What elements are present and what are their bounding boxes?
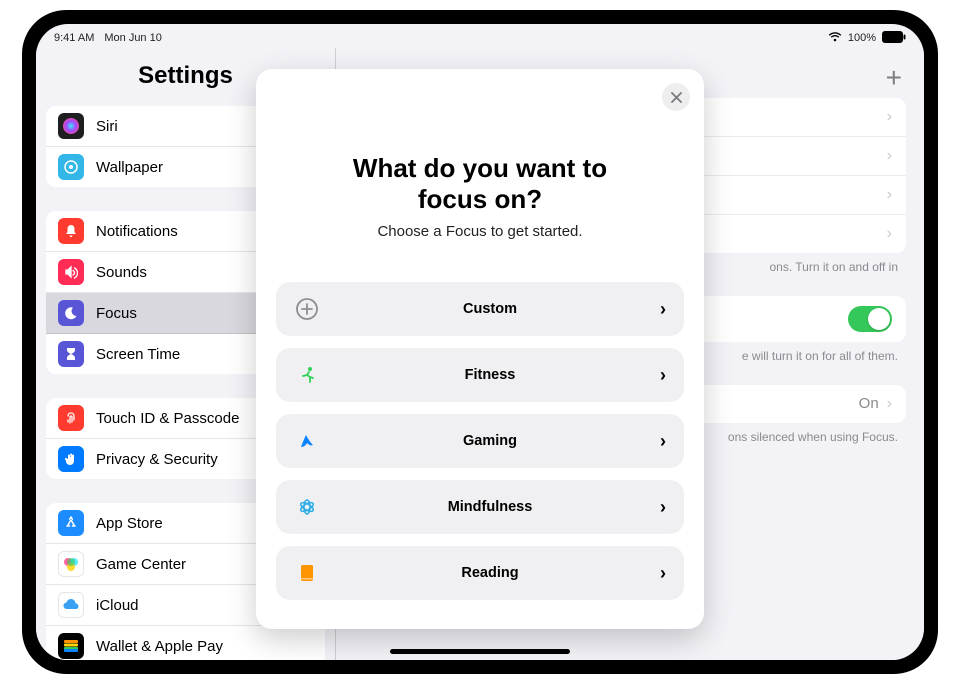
- modal-title-line2: focus on?: [276, 184, 684, 215]
- gaming-icon: [294, 428, 320, 454]
- sidebar-item-label: Screen Time: [96, 346, 180, 363]
- hand-icon: [58, 446, 84, 472]
- close-button[interactable]: [662, 83, 690, 111]
- icloud-icon: [58, 592, 84, 618]
- wallet-icon: [58, 633, 84, 659]
- battery-percent: 100%: [848, 32, 876, 44]
- focus-option-custom[interactable]: Custom›: [276, 282, 684, 336]
- sidebar-item-wallet-apple-pay[interactable]: Wallet & Apple Pay: [46, 626, 325, 660]
- focus-option-reading[interactable]: Reading›: [276, 546, 684, 600]
- chevron-right-icon: ›: [887, 147, 892, 165]
- appstore-icon: [58, 510, 84, 536]
- hourglass-icon: [58, 341, 84, 367]
- sidebar-item-label: Game Center: [96, 556, 186, 573]
- focus-option-fitness[interactable]: Fitness›: [276, 348, 684, 402]
- plus-icon: [294, 296, 320, 322]
- add-focus-button[interactable]: +: [886, 62, 902, 94]
- speaker-icon: [58, 259, 84, 285]
- home-indicator[interactable]: [390, 649, 570, 654]
- chevron-right-icon: ›: [660, 431, 666, 452]
- sidebar-item-label: Siri: [96, 118, 118, 135]
- screen: 9:41 AM Mon Jun 10 100% Settings SiriWal…: [36, 24, 924, 660]
- focus-option-label: Reading: [320, 565, 660, 581]
- status-bar: 9:41 AM Mon Jun 10 100%: [36, 24, 924, 48]
- share-across-devices-toggle[interactable]: [848, 306, 892, 332]
- device-frame: 9:41 AM Mon Jun 10 100% Settings SiriWal…: [22, 10, 938, 674]
- sidebar-item-label: Notifications: [96, 223, 178, 240]
- focus-option-label: Gaming: [320, 433, 660, 449]
- mindfulness-icon: [294, 494, 320, 520]
- sidebar-item-label: App Store: [96, 515, 163, 532]
- chevron-right-icon: ›: [660, 563, 666, 584]
- sidebar-item-label: Focus: [96, 305, 137, 322]
- focus-options-list: Custom›Fitness›Gaming›Mindfulness›Readin…: [276, 282, 684, 600]
- moon-icon: [58, 300, 84, 326]
- modal-title: What do you want to focus on?: [276, 153, 684, 215]
- focus-option-label: Mindfulness: [320, 499, 660, 515]
- wifi-icon: [828, 31, 842, 45]
- sidebar-item-label: Wallet & Apple Pay: [96, 638, 223, 655]
- sidebar-item-label: Wallpaper: [96, 159, 163, 176]
- bell-icon: [58, 218, 84, 244]
- chevron-right-icon: ›: [887, 108, 892, 126]
- sidebar-item-label: Sounds: [96, 264, 147, 281]
- fitness-icon: [294, 362, 320, 388]
- close-icon: [671, 92, 682, 103]
- chevron-right-icon: ›: [887, 395, 892, 413]
- wallpaper-icon: [58, 154, 84, 180]
- siri-icon: [58, 113, 84, 139]
- chevron-right-icon: ›: [887, 186, 892, 204]
- gamecenter-icon: [58, 551, 84, 577]
- chevron-right-icon: ›: [660, 497, 666, 518]
- chevron-right-icon: ›: [887, 225, 892, 243]
- focus-setup-modal: What do you want to focus on? Choose a F…: [256, 69, 704, 629]
- modal-subtitle: Choose a Focus to get started.: [276, 223, 684, 240]
- chevron-right-icon: ›: [660, 299, 666, 320]
- reading-icon: [294, 560, 320, 586]
- focus-option-mindfulness[interactable]: Mindfulness›: [276, 480, 684, 534]
- sidebar-item-label: Privacy & Security: [96, 451, 218, 468]
- status-date: Mon Jun 10: [104, 32, 161, 44]
- status-time: 9:41 AM: [54, 32, 94, 44]
- sidebar-item-label: iCloud: [96, 597, 139, 614]
- fingerprint-icon: [58, 405, 84, 431]
- battery-icon: [882, 31, 906, 46]
- focus-option-label: Fitness: [320, 367, 660, 383]
- sidebar-item-label: Touch ID & Passcode: [96, 410, 239, 427]
- focus-status-value: On: [859, 395, 879, 412]
- focus-option-label: Custom: [320, 301, 660, 317]
- focus-option-gaming[interactable]: Gaming›: [276, 414, 684, 468]
- modal-title-line1: What do you want to: [276, 153, 684, 184]
- chevron-right-icon: ›: [660, 365, 666, 386]
